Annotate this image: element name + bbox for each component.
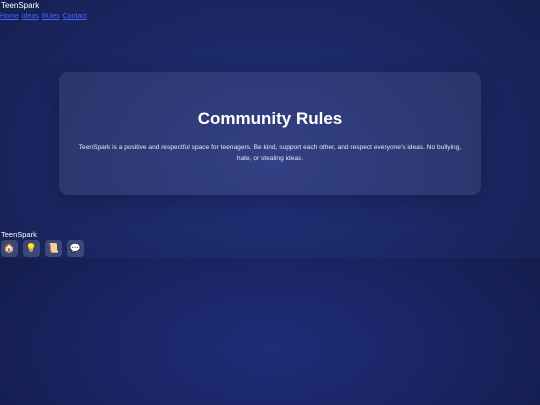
nav-link-contact[interactable]: Contact [63, 12, 87, 21]
header-brand: TeenSpark [1, 1, 40, 10]
lower-background [0, 258, 540, 405]
home-icon: 🏠 [3, 243, 16, 253]
home-button[interactable]: 🏠 [1, 240, 18, 257]
rules-button[interactable]: 📜 [45, 240, 62, 257]
nav-link-ideas[interactable]: Ideas [22, 12, 39, 21]
nav-link-home[interactable]: Home [0, 12, 19, 21]
icon-nav: 🏠 💡 📜 💬 [1, 240, 84, 257]
page-title: Community Rules [197, 109, 343, 128]
footer-brand: TeenSpark [1, 230, 37, 239]
ideas-button[interactable]: 💡 [23, 240, 40, 257]
chat-icon: 💬 [69, 243, 82, 253]
chat-button[interactable]: 💬 [67, 240, 84, 257]
rules-card: Community Rules TeenSpark is a positive … [59, 72, 481, 195]
nav-link-rules[interactable]: Rules [42, 12, 60, 21]
scroll-icon: 📜 [47, 243, 60, 253]
header-nav: Home Ideas Rules Contact [0, 12, 87, 21]
rules-text: TeenSpark is a positive and respectful s… [78, 144, 462, 162]
lightbulb-icon: 💡 [25, 243, 38, 253]
